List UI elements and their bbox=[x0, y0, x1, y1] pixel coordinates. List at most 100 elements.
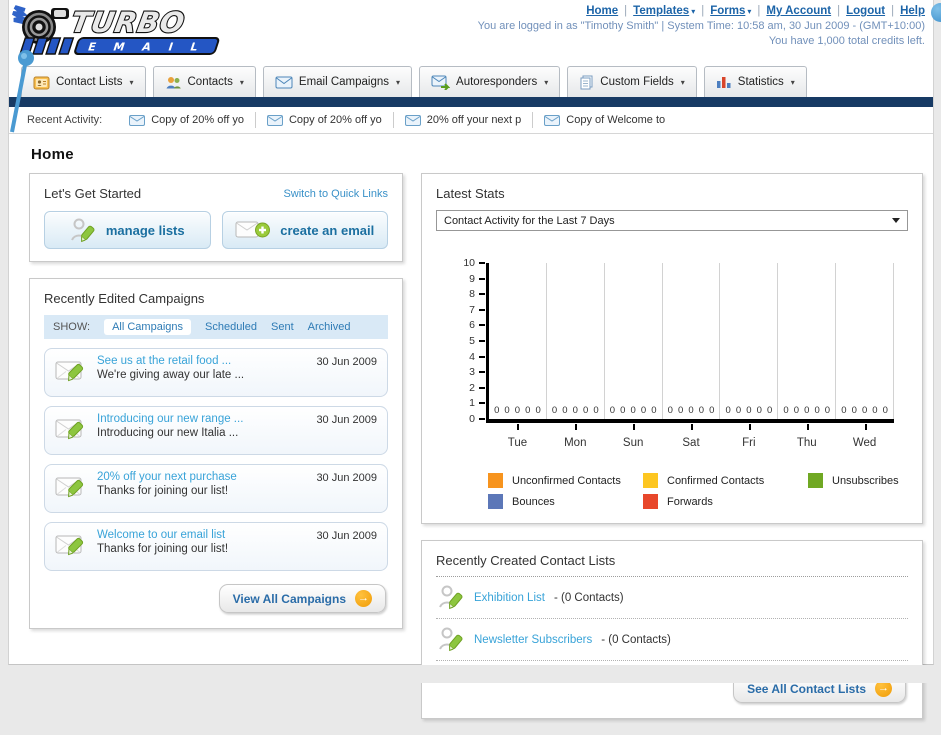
tab-autoresponders[interactable]: Autoresponders ▾ bbox=[419, 66, 561, 97]
campaign-title-link[interactable]: Welcome to our email list bbox=[97, 529, 310, 541]
tab-statistics[interactable]: Statistics ▾ bbox=[703, 66, 807, 97]
contact-list-item[interactable]: Newsletter Subscribers - (0 Contacts) bbox=[436, 619, 908, 661]
campaign-title-link[interactable]: 20% off your next purchase bbox=[97, 471, 310, 483]
button-label: create an email bbox=[280, 222, 375, 238]
link-separator: | bbox=[891, 5, 895, 17]
tab-contact-lists[interactable]: Contact Lists ▾ bbox=[21, 66, 146, 97]
legend-swatch-unsubscribes bbox=[808, 473, 823, 488]
switch-to-quick-links[interactable]: Switch to Quick Links bbox=[283, 188, 388, 200]
recent-activity-item[interactable]: Copy of 20% off yo bbox=[254, 112, 393, 128]
chevron-down-icon: ▾ bbox=[747, 7, 752, 16]
credits-info: You have 1,000 total credits left. bbox=[768, 35, 925, 47]
campaign-title-link[interactable]: See us at the retail food ... bbox=[97, 355, 310, 367]
svg-text:E M A I L: E M A I L bbox=[86, 41, 206, 54]
chart-value-label: 0 bbox=[793, 405, 800, 416]
y-axis-label: 1 bbox=[469, 397, 475, 410]
chevron-down-icon: ▾ bbox=[239, 77, 244, 87]
envelope-icon bbox=[404, 114, 421, 126]
get-started-panel: Let's Get Started Switch to Quick Links … bbox=[29, 173, 403, 262]
y-axis-label: 7 bbox=[469, 303, 475, 316]
recent-activity-item[interactable]: Copy of 20% off yo bbox=[118, 112, 255, 128]
y-axis-tick bbox=[479, 308, 485, 311]
recent-activity-item-label: 20% off your next p bbox=[426, 114, 522, 126]
x-axis-tick bbox=[748, 424, 751, 430]
recent-activity-item[interactable]: 20% off your next p bbox=[392, 112, 533, 128]
chart-bars bbox=[547, 263, 604, 419]
campaign-row[interactable]: 20% off your next purchase Thanks for joi… bbox=[44, 464, 388, 513]
header-link-logout[interactable]: Logout bbox=[846, 5, 885, 17]
y-axis-tick bbox=[479, 355, 485, 358]
chart-value-labels: 00000 bbox=[605, 405, 662, 416]
link-separator: | bbox=[757, 5, 761, 17]
y-axis-tick bbox=[479, 262, 485, 264]
envelope-pencil-icon bbox=[55, 355, 97, 389]
envelope-pencil-icon bbox=[55, 413, 97, 447]
chart-value-label: 0 bbox=[851, 405, 857, 416]
stats-report-dropdown[interactable]: Contact Activity for the Last 7 Days bbox=[436, 210, 908, 231]
chart-day-group: 0 0 0 0 0 Fri bbox=[720, 263, 779, 449]
filter-all-campaigns[interactable]: All Campaigns bbox=[104, 319, 191, 335]
chart-value-label: 0 bbox=[814, 405, 820, 416]
campaign-date: 30 Jun 2009 bbox=[316, 472, 377, 484]
page-title: Home bbox=[31, 146, 74, 163]
chart-value-label: 0 bbox=[583, 405, 589, 416]
y-axis-tick bbox=[479, 371, 485, 374]
x-axis-label: Sun bbox=[622, 437, 644, 449]
legend-swatch-forwards bbox=[643, 494, 658, 509]
left-column: Let's Get Started Switch to Quick Links … bbox=[29, 173, 403, 645]
view-all-campaigns-button[interactable]: View All Campaigns → bbox=[218, 584, 386, 613]
manage-lists-button[interactable]: manage lists bbox=[44, 211, 211, 249]
campaign-title-link[interactable]: Introducing our new range ... bbox=[97, 413, 310, 425]
filter-scheduled[interactable]: Scheduled bbox=[205, 321, 257, 333]
chart-value-label: 0 bbox=[494, 405, 500, 416]
campaigns-list: See us at the retail food ... We're givin… bbox=[44, 348, 388, 571]
campaign-date: 30 Jun 2009 bbox=[316, 356, 377, 368]
envelope-icon bbox=[544, 114, 561, 126]
custom-fields-icon bbox=[579, 75, 594, 90]
envelope-icon bbox=[129, 114, 146, 126]
y-axis-tick bbox=[479, 402, 485, 405]
create-an-email-button[interactable]: create an email bbox=[221, 211, 388, 249]
header-link-forms[interactable]: Forms bbox=[710, 5, 745, 17]
legend-item: Bounces bbox=[488, 494, 643, 509]
contact-list-item[interactable]: Exhibition List - (0 Contacts) bbox=[436, 577, 908, 619]
filter-archived[interactable]: Archived bbox=[308, 321, 351, 333]
y-axis-label: 2 bbox=[469, 381, 475, 394]
chart-value-label: 0 bbox=[725, 405, 731, 416]
chart-bars bbox=[663, 263, 720, 419]
header-link-templates[interactable]: Templates bbox=[633, 5, 689, 17]
tab-contacts[interactable]: Contacts ▾ bbox=[152, 66, 256, 97]
legend-item: Unconfirmed Contacts bbox=[488, 473, 643, 488]
chevron-down-icon bbox=[892, 218, 900, 223]
create-email-icon bbox=[235, 218, 271, 242]
tab-email-campaigns[interactable]: Email Campaigns ▾ bbox=[262, 66, 413, 97]
campaign-texts: Welcome to our email list Thanks for join… bbox=[97, 529, 310, 563]
tab-label: Contacts bbox=[187, 76, 233, 88]
chart-value-label: 0 bbox=[504, 405, 510, 416]
y-axis-label: 8 bbox=[469, 288, 475, 301]
recent-activity-item[interactable]: Copy of Welcome to bbox=[532, 112, 676, 128]
filter-sent[interactable]: Sent bbox=[271, 321, 294, 333]
chart-value-label: 0 bbox=[609, 405, 616, 416]
chart-day-group: 0 0 0 0 0 Sun bbox=[605, 263, 663, 449]
legend-item: Forwards bbox=[643, 494, 808, 509]
tab-custom-fields[interactable]: Custom Fields ▾ bbox=[567, 66, 697, 97]
person-pencil-icon bbox=[438, 626, 465, 653]
campaign-row[interactable]: Welcome to our email list Thanks for join… bbox=[44, 522, 388, 571]
envelope-icon bbox=[266, 114, 283, 126]
campaign-texts: See us at the retail food ... We're givin… bbox=[97, 355, 310, 389]
contact-list-link[interactable]: Exhibition List bbox=[474, 592, 545, 604]
campaign-subtitle: We're giving away our late ... bbox=[97, 369, 245, 381]
legend-item: Unsubscribes bbox=[808, 473, 908, 488]
right-column: Latest Stats Contact Activity for the La… bbox=[421, 173, 923, 735]
campaign-row[interactable]: Introducing our new range ... Introducing… bbox=[44, 406, 388, 455]
y-axis-label: 5 bbox=[469, 335, 475, 347]
header-link-home[interactable]: Home bbox=[586, 5, 618, 17]
header-link-help[interactable]: Help bbox=[900, 5, 925, 17]
header-link-my-account[interactable]: My Account bbox=[766, 5, 831, 17]
campaign-date: 30 Jun 2009 bbox=[316, 414, 377, 426]
recent-activity-item-label: Copy of 20% off yo bbox=[288, 114, 382, 126]
campaign-row[interactable]: See us at the retail food ... We're givin… bbox=[44, 348, 388, 397]
person-pencil-icon bbox=[438, 584, 465, 611]
contact-list-link[interactable]: Newsletter Subscribers bbox=[474, 634, 592, 646]
